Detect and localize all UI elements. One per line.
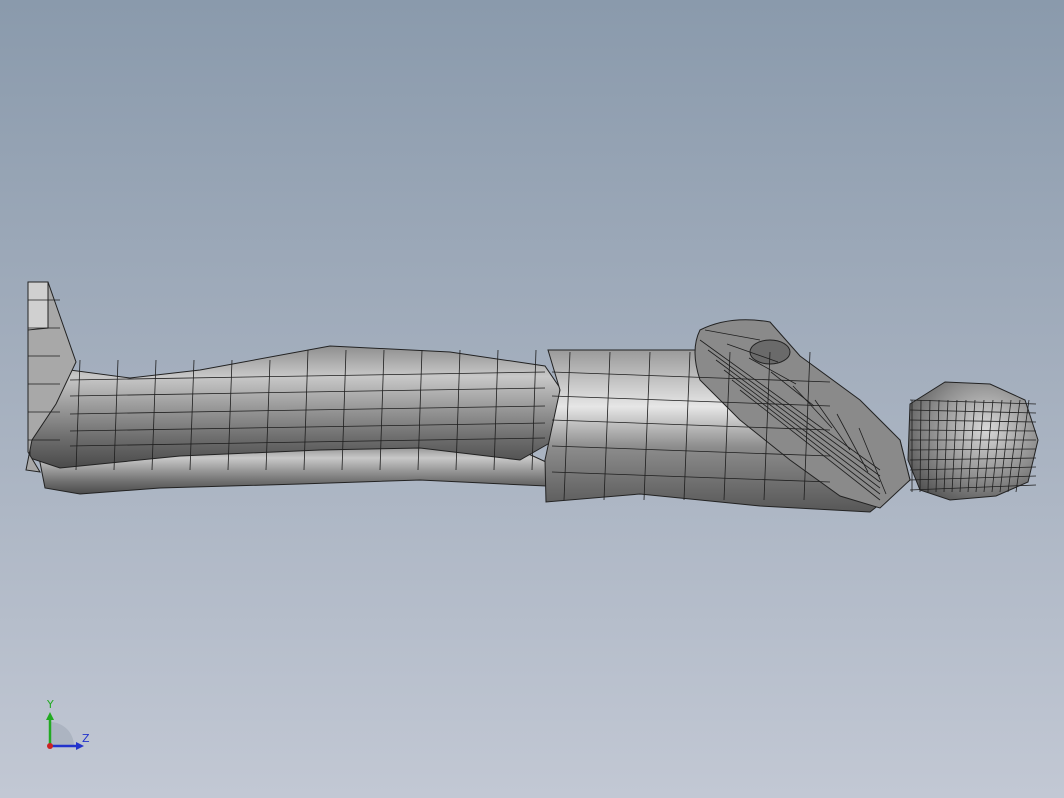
head	[907, 381, 1039, 501]
human-figure-model[interactable]	[0, 0, 1064, 798]
graphics-viewport[interactable]: Y Z	[0, 0, 1064, 798]
z-axis-label: Z	[82, 732, 90, 745]
y-axis-label: Y	[47, 698, 54, 711]
coordinate-triad: Y Z	[38, 698, 98, 758]
